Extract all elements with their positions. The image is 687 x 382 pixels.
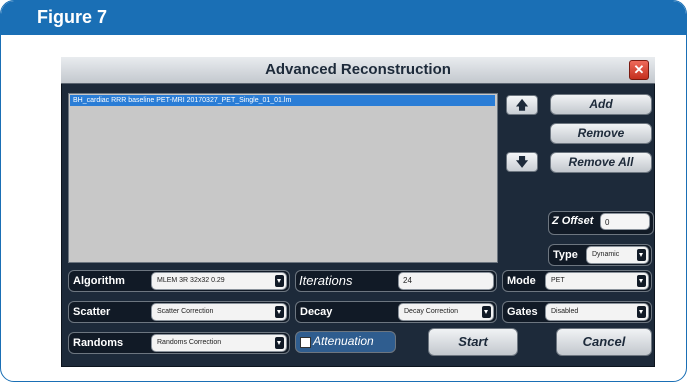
add-button[interactable]: Add [550, 94, 652, 115]
chevron-down-icon[interactable] [275, 275, 284, 287]
file-list[interactable]: BH_cardiac RRR baseline PET-MRI 20170327… [68, 93, 498, 263]
attenuation-label: Attenuation [313, 334, 374, 348]
algorithm-select[interactable]: MLEM 3R 32x32 0.29 [151, 272, 287, 290]
list-item[interactable]: BH_cardiac RRR baseline PET-MRI 20170327… [70, 95, 495, 106]
move-down-button[interactable]: 🡇 [506, 152, 538, 172]
cancel-button[interactable]: Cancel [556, 328, 652, 356]
start-button[interactable]: Start [428, 328, 518, 356]
remove-all-button[interactable]: Remove All [550, 152, 652, 173]
scatter-select[interactable]: Scatter Correction [151, 303, 287, 321]
chevron-down-icon[interactable] [637, 306, 646, 318]
close-button[interactable]: ✕ [629, 60, 649, 80]
decay-select[interactable]: Decay Correction [398, 303, 494, 321]
z-offset-label: Z Offset [552, 215, 594, 227]
chevron-down-icon[interactable] [275, 306, 284, 318]
attenuation-checkbox[interactable] [300, 337, 311, 348]
mode-select[interactable]: PET [545, 272, 649, 290]
gates-select[interactable]: Disabled [545, 303, 649, 321]
scatter-label: Scatter [73, 306, 111, 318]
arrow-up-icon: 🡅 [515, 98, 529, 112]
arrow-down-icon: 🡇 [515, 155, 529, 169]
dialog-titlebar[interactable]: Advanced Reconstruction ✕ [61, 57, 655, 84]
mode-label: Mode [507, 275, 536, 287]
remove-button[interactable]: Remove [550, 123, 652, 144]
algorithm-label: Algorithm [73, 275, 125, 287]
move-up-button[interactable]: 🡅 [506, 95, 538, 115]
decay-label: Decay [300, 306, 333, 318]
z-offset-input[interactable]: 0 [600, 213, 650, 230]
iterations-label: Iterations [299, 273, 353, 288]
chevron-down-icon[interactable] [275, 337, 284, 349]
chevron-down-icon[interactable] [637, 249, 646, 261]
chevron-down-icon[interactable] [482, 306, 491, 318]
gates-label: Gates [507, 306, 538, 318]
randoms-label: Randoms [73, 337, 124, 349]
iterations-input[interactable]: 24 [398, 272, 494, 290]
dialog-title: Advanced Reconstruction [265, 61, 451, 78]
figure-title: Figure 7 [37, 7, 108, 27]
figure-header: Figure 7 [1, 1, 686, 35]
type-label: Type [553, 249, 578, 261]
chevron-down-icon[interactable] [637, 275, 646, 287]
randoms-select[interactable]: Randoms Correction [151, 334, 287, 352]
